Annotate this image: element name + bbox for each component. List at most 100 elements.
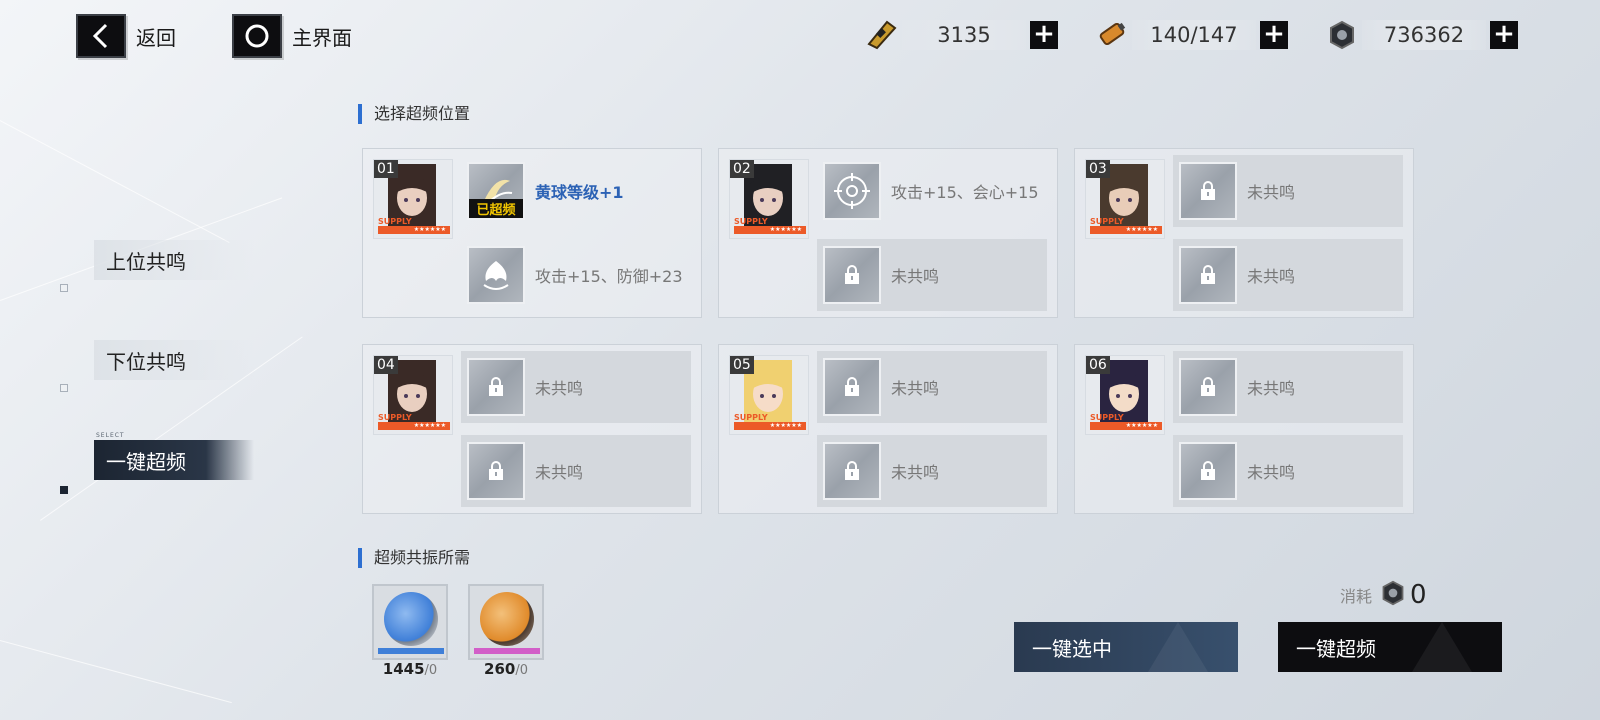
slot-effect-text: 未共鸣 [1247,379,1296,398]
slot-effect-text: 未共鸣 [1247,463,1296,482]
overclock-label: 一键超频 [1296,636,1376,661]
nav-dot [60,284,68,292]
bg-line [0,640,232,704]
select-tag: SELECT [96,432,125,439]
lock-icon [467,442,525,500]
slot-effect-text: 未共鸣 [535,463,584,482]
bg-line [0,120,230,243]
lock-icon [823,246,881,304]
positions-section-title: 选择超频位置 [358,104,470,124]
shield-crest-icon [467,246,525,304]
lock-icon [823,358,881,416]
slot-effect-text: 未共鸣 [535,379,584,398]
nav-one-click-overclock[interactable]: 一键超频 [94,440,254,480]
star-rating: ★★★★★★ [1125,226,1158,233]
material-blue-crystal[interactable] [372,584,448,660]
character-portrait[interactable]: 06 SUPPLY ★★★★★★ [1085,355,1165,435]
home-label: 主界面 [292,25,352,50]
nav-label: 下位共鸣 [106,349,186,374]
character-portrait[interactable]: 02 SUPPLY ★★★★★★ [729,159,809,239]
position-card-01: 01 SUPPLY ★★★★★★ 已超频 黄球等级+1 攻击+15、防御+23 [362,148,702,318]
lock-icon [1179,442,1237,500]
home-circle-icon [232,14,282,58]
resonance-slot[interactable]: 攻击+15、防御+23 [461,239,691,311]
slot-effect-text: 未共鸣 [891,379,940,398]
star-rating: ★★★★★★ [769,422,802,429]
resonance-slot[interactable]: 未共鸣 [461,351,691,423]
supply-tag: SUPPLY [734,413,768,422]
overclocked-badge: 已超频 [469,199,523,218]
character-portrait[interactable]: 01 SUPPLY ★★★★★★ [373,159,453,239]
character-portrait[interactable]: 04 SUPPLY ★★★★★★ [373,355,453,435]
resonance-slot[interactable]: 未共鸣 [1173,435,1403,507]
lock-icon [467,358,525,416]
position-card-05: 05 SUPPLY ★★★★★★ 未共鸣 未共鸣 [718,344,1058,514]
position-card-02: 02 SUPPLY ★★★★★★ 攻击+15、会心+15 未共鸣 [718,148,1058,318]
cost-label: 消耗 [1340,587,1373,606]
select-all-label: 一键选中 [1032,636,1112,661]
star-rating: ★★★★★★ [1125,422,1158,429]
position-card-03: 03 SUPPLY ★★★★★★ 未共鸣 未共鸣 [1074,148,1414,318]
resource-stamina: 140/147 + [1092,18,1288,52]
coin-value: 736362 [1362,20,1486,50]
add-coin-button[interactable]: + [1490,21,1518,49]
resonance-slot[interactable]: 未共鸣 [461,435,691,507]
button-decoration [1148,622,1208,672]
cost-value: 0 [1410,580,1427,610]
stamina-value: 140/147 [1132,20,1256,50]
position-card-06: 06 SUPPLY ★★★★★★ 未共鸣 未共鸣 [1074,344,1414,514]
blue-crystal-count: 1445/0 [382,660,438,678]
home-button[interactable]: 主界面 [232,14,352,58]
materials-section-title: 超频共振所需 [358,548,470,568]
position-number: 05 [730,356,754,374]
material-orange-crystal[interactable] [468,584,544,660]
nut-coin-icon [1380,580,1406,610]
nav-dot [60,384,68,392]
resonance-slot[interactable]: 未共鸣 [1173,351,1403,423]
add-ticket-button[interactable]: + [1030,21,1058,49]
position-card-04: 04 SUPPLY ★★★★★★ 未共鸣 未共鸣 [362,344,702,514]
position-number: 02 [730,160,754,178]
orange-crystal-count: 260/0 [484,660,528,678]
nut-coin-icon [1322,18,1362,52]
stamina-battery-icon [1092,18,1132,52]
blue-crystal-icon [384,592,438,646]
lock-icon [1179,162,1237,220]
nav-label: 上位共鸣 [106,249,186,274]
character-portrait[interactable]: 05 SUPPLY ★★★★★★ [729,355,809,435]
slot-effect-text: 攻击+15、会心+15 [891,183,1039,202]
resonance-slot[interactable]: 未共鸣 [1173,155,1403,227]
slot-effect-text: 未共鸣 [891,463,940,482]
resonance-slot[interactable]: 未共鸣 [817,351,1047,423]
resonance-slot[interactable]: 攻击+15、会心+15 [817,155,1047,227]
lock-icon [1179,358,1237,416]
chevron-left-icon [76,14,126,58]
back-label: 返回 [136,25,176,50]
orange-crystal-icon [480,592,534,646]
supply-tag: SUPPLY [378,217,412,226]
star-rating: ★★★★★★ [769,226,802,233]
cost-display: 消耗 0 [1340,580,1427,610]
rarity-bar [474,648,540,654]
nav-lower-resonance[interactable]: 下位共鸣 [94,340,254,380]
back-button[interactable]: 返回 [76,14,176,58]
overclock-button[interactable]: 一键超频 [1278,622,1502,672]
resonance-slot[interactable]: 未共鸣 [817,435,1047,507]
ticket-value: 3135 [902,20,1026,50]
slot-effect-text: 未共鸣 [891,267,940,286]
nav-upper-resonance[interactable]: 上位共鸣 [94,240,254,280]
resource-ticket: 3135 + [862,18,1058,52]
nav-label: 一键超频 [106,449,186,474]
add-stamina-button[interactable]: + [1260,21,1288,49]
resonance-slot[interactable]: 未共鸣 [1173,239,1403,311]
supply-tag: SUPPLY [1090,413,1124,422]
supply-tag: SUPPLY [1090,217,1124,226]
position-number: 04 [374,356,398,374]
select-all-button[interactable]: 一键选中 [1014,622,1238,672]
character-portrait[interactable]: 03 SUPPLY ★★★★★★ [1085,159,1165,239]
resonance-slot[interactable]: 已超频 黄球等级+1 [461,155,691,227]
resonance-slot[interactable]: 未共鸣 [817,239,1047,311]
slot-effect-text: 未共鸣 [1247,183,1296,202]
position-number: 06 [1086,356,1110,374]
position-number: 03 [1086,160,1110,178]
